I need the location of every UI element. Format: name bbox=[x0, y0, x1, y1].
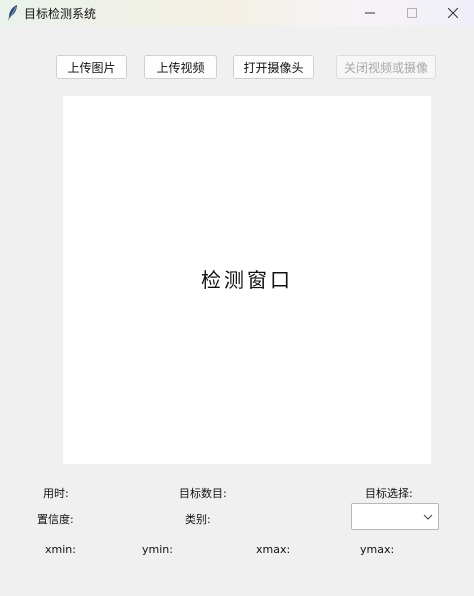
chevron-down-icon bbox=[423, 514, 433, 520]
xmax-label: xmax: bbox=[256, 543, 291, 556]
detection-window-label: 检测窗口 bbox=[201, 268, 293, 292]
category-label: 类别: bbox=[185, 513, 211, 526]
confidence-label: 置信度: bbox=[37, 513, 74, 526]
close-icon bbox=[448, 8, 458, 18]
maximize-icon bbox=[407, 8, 417, 18]
time-label: 用时: bbox=[43, 487, 69, 500]
upload-image-button[interactable]: 上传图片 bbox=[56, 55, 127, 79]
close-button[interactable] bbox=[430, 0, 474, 26]
open-camera-button[interactable]: 打开摄像头 bbox=[233, 55, 314, 79]
target-count-label: 目标数目: bbox=[179, 487, 227, 500]
detection-canvas: 检测窗口 bbox=[63, 96, 431, 464]
title-bar: 目标检测系统 bbox=[0, 0, 474, 26]
xmin-label: xmin: bbox=[45, 543, 76, 556]
target-select-dropdown[interactable] bbox=[351, 503, 439, 530]
minimize-button[interactable] bbox=[347, 0, 393, 26]
close-video-camera-button[interactable]: 关闭视频或摄像 bbox=[336, 55, 436, 79]
ymax-label: ymax: bbox=[360, 543, 395, 556]
upload-video-button[interactable]: 上传视频 bbox=[144, 55, 217, 79]
minimize-icon bbox=[365, 12, 375, 14]
maximize-button[interactable] bbox=[389, 0, 435, 26]
window-title: 目标检测系统 bbox=[24, 7, 97, 21]
ymin-label: ymin: bbox=[142, 543, 173, 556]
target-select-label: 目标选择: bbox=[365, 487, 413, 500]
feather-icon bbox=[6, 4, 20, 22]
